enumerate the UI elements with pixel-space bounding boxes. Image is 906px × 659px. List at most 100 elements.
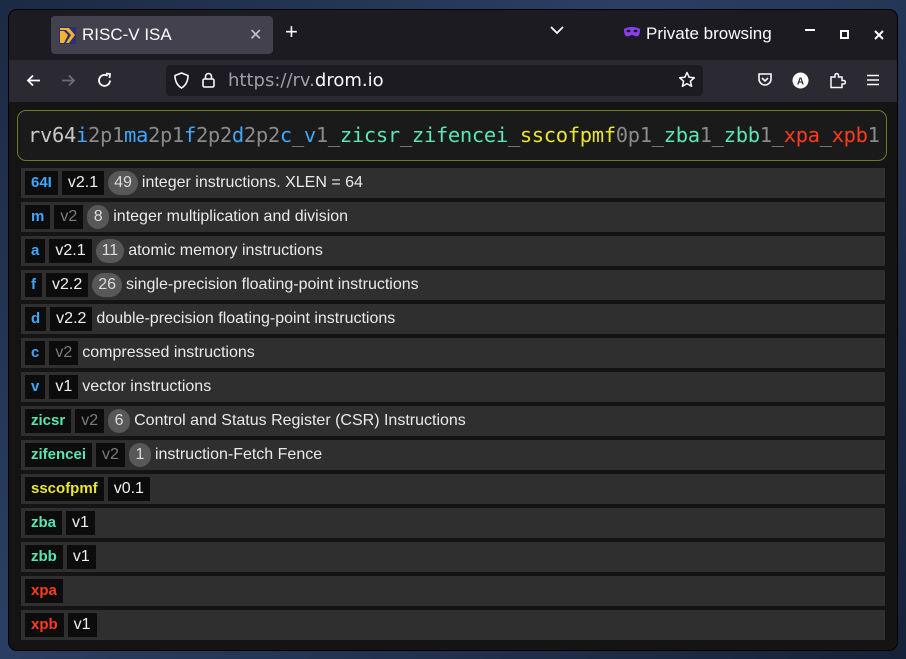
new-tab-button[interactable]: + [285, 20, 298, 44]
isa-segment: zifencei [411, 123, 508, 147]
extension-version: v2.2 [46, 273, 89, 297]
extension-description: compressed instructions [82, 344, 255, 361]
navigation-toolbar: https://rv.drom.io A [9, 60, 897, 102]
isa-segment: _ [819, 123, 832, 147]
extension-name[interactable]: zbb [25, 545, 63, 569]
extension-name[interactable]: zba [25, 511, 63, 535]
tab-risc-v-isa[interactable]: RISC-V ISA ✕ [51, 16, 273, 54]
isa-segment: _ [771, 123, 784, 147]
extensions-icon[interactable] [829, 72, 846, 89]
isa-segment: 2p1 [87, 123, 124, 147]
extension-row-zba: zba v1 [21, 508, 885, 538]
url-text[interactable]: https://rv.drom.io [228, 70, 384, 91]
extension-row-64i: 64I v2.1 49 integer instructions. XLEN = 64 [21, 168, 885, 198]
isa-segment: 0p1 [615, 123, 652, 147]
isa-segment: 1 [315, 123, 328, 147]
isa-segment: 1 [759, 123, 772, 147]
extension-version: v1 [66, 511, 95, 535]
forward-icon[interactable] [60, 72, 77, 89]
extension-description: integer instructions. XLEN = 64 [141, 174, 363, 191]
back-icon[interactable] [25, 72, 42, 89]
extension-version: v2 [96, 443, 125, 467]
instruction-count-badge: 26 [92, 273, 123, 297]
lock-icon[interactable] [202, 72, 215, 88]
isa-segment: xpa [783, 123, 820, 147]
instruction-count-badge: 1 [128, 443, 151, 467]
isa-segment: _ [711, 123, 724, 147]
extension-name[interactable]: c [25, 341, 46, 365]
pocket-icon[interactable] [757, 72, 773, 88]
extension-description: single-precision floating-point instruct… [126, 276, 419, 293]
isa-segment: _ [399, 123, 412, 147]
instruction-count-badge: 11 [95, 239, 125, 263]
extension-row-f: f v2.2 26 single-precision floating-point i… [21, 270, 885, 300]
account-icon[interactable]: A [792, 72, 809, 89]
isa-segment: 1 [867, 123, 880, 147]
isa-segment: 64 [51, 123, 76, 147]
extension-name[interactable]: a [25, 239, 46, 263]
isa-segment: _ [291, 123, 304, 147]
extension-version: v0.1 [107, 477, 150, 501]
extension-version: v1 [67, 613, 97, 637]
extension-version: v1 [49, 375, 79, 399]
extension-description: double-precision floating-point instruct… [96, 310, 396, 327]
isa-segment: xpb [831, 123, 868, 147]
bookmark-star-icon[interactable] [678, 71, 696, 89]
maximize-icon[interactable] [840, 30, 849, 39]
extension-name[interactable]: 64I [25, 171, 58, 195]
isa-string-input[interactable]: rv64i2p1ma2p1f2p2d2p2c_v1_zicsr_zifencei… [17, 110, 887, 161]
extension-name[interactable]: zicsr [25, 409, 72, 433]
isa-segment: sscofpmf [519, 123, 616, 147]
extension-version: v2.1 [61, 171, 105, 195]
shield-icon[interactable] [174, 72, 189, 89]
extension-row-m: m v2 8 integer multiplication and division [21, 202, 885, 232]
risc-v-favicon-icon [59, 27, 76, 44]
minimize-icon[interactable] [805, 29, 815, 33]
tab-close-icon[interactable]: ✕ [249, 25, 262, 45]
isa-segment: c [279, 123, 292, 147]
extension-name[interactable]: v [25, 375, 46, 399]
extension-row-zbb: zbb v1 [21, 542, 885, 572]
extension-row-v: v v1 vector instructions [21, 372, 885, 402]
isa-segment: rv [28, 123, 52, 147]
extension-description: Control and Status Register (CSR) Instru… [134, 412, 466, 429]
extension-row-d: d v2.2 double-precision floating-point ins… [21, 304, 885, 334]
isa-segment: zbb [723, 123, 760, 147]
extension-name[interactable]: sscofpmf [25, 477, 104, 501]
title-bar: RISC-V ISA ✕ + Private browsing [9, 10, 897, 60]
isa-segment: _ [507, 123, 520, 147]
menu-icon[interactable] [865, 72, 881, 88]
isa-segment: _ [651, 123, 664, 147]
extension-list: 64I v2.1 49 integer instructions. XLEN = 64… [21, 168, 885, 644]
isa-segment: 2p2 [195, 123, 232, 147]
extension-name[interactable]: f [25, 273, 42, 297]
extension-description: atomic memory instructions [128, 242, 323, 259]
isa-segment: v [303, 123, 316, 147]
isa-segment: 2p1 [147, 123, 184, 147]
list-all-tabs-icon[interactable] [549, 24, 565, 36]
instruction-count-badge: 49 [108, 171, 138, 195]
url-bar[interactable]: https://rv.drom.io [166, 65, 703, 96]
isa-segment: a [135, 123, 148, 147]
extension-row-zicsr: zicsr v2 6 Control and Status Register (CSR… [21, 406, 885, 436]
isa-segment: d [231, 123, 244, 147]
extension-name[interactable]: d [25, 307, 47, 331]
extension-version: v1 [66, 545, 96, 569]
instruction-count-badge: 6 [108, 409, 131, 433]
isa-segment: 1 [699, 123, 712, 147]
extension-name[interactable]: xpa [25, 579, 63, 603]
browser-window: RISC-V ISA ✕ + Private browsing https://… [9, 10, 897, 650]
extension-name[interactable]: zifencei [25, 443, 93, 467]
extension-version: v2 [75, 409, 105, 433]
reload-icon[interactable] [96, 72, 113, 89]
extension-version: v2 [54, 205, 84, 229]
extension-name[interactable]: xpb [25, 613, 64, 637]
extension-name[interactable]: m [25, 205, 51, 229]
extension-row-zifencei: zifencei v2 1 instruction-Fetch Fence [21, 440, 885, 470]
isa-segment: zba [663, 123, 700, 147]
private-browsing-mask-icon [624, 27, 640, 37]
extension-version: v2.1 [49, 239, 92, 263]
isa-string: rv64i2p1ma2p1f2p2d2p2c_v1_zicsr_zifencei… [28, 123, 880, 147]
close-window-icon[interactable] [874, 30, 884, 40]
extension-row-xpb: xpb v1 [21, 610, 885, 640]
